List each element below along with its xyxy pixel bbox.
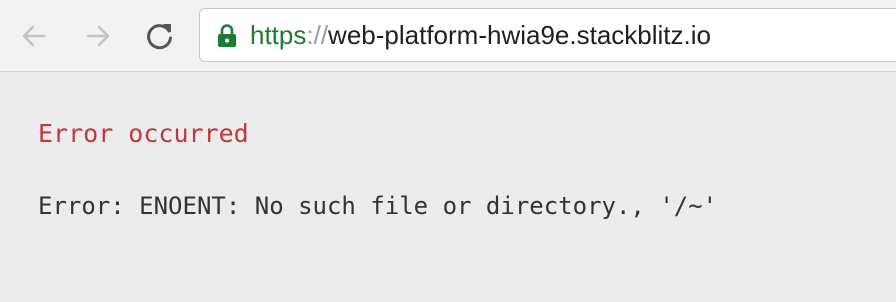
arrow-left-icon [22, 25, 46, 47]
address-bar[interactable]: https://web-platform-hwia9e.stackblitz.i… [199, 8, 896, 62]
url-host: web-platform-hwia9e.stackblitz.io [328, 20, 711, 50]
back-button[interactable] [14, 16, 54, 56]
browser-toolbar: https://web-platform-hwia9e.stackblitz.i… [0, 0, 896, 72]
error-title: Error occurred [38, 119, 249, 148]
arrow-right-icon [86, 25, 110, 47]
reload-icon [147, 24, 172, 50]
reload-button[interactable] [140, 16, 180, 56]
page-content: Error occurred Error: ENOENT: No such fi… [0, 73, 896, 302]
error-message: Error: ENOENT: No such file or directory… [38, 192, 718, 220]
address-url[interactable]: https://web-platform-hwia9e.stackblitz.i… [250, 9, 711, 61]
forward-button[interactable] [78, 16, 118, 56]
url-scheme: https [250, 20, 307, 50]
lock-icon [218, 24, 236, 47]
url-separator: :// [306, 20, 329, 50]
